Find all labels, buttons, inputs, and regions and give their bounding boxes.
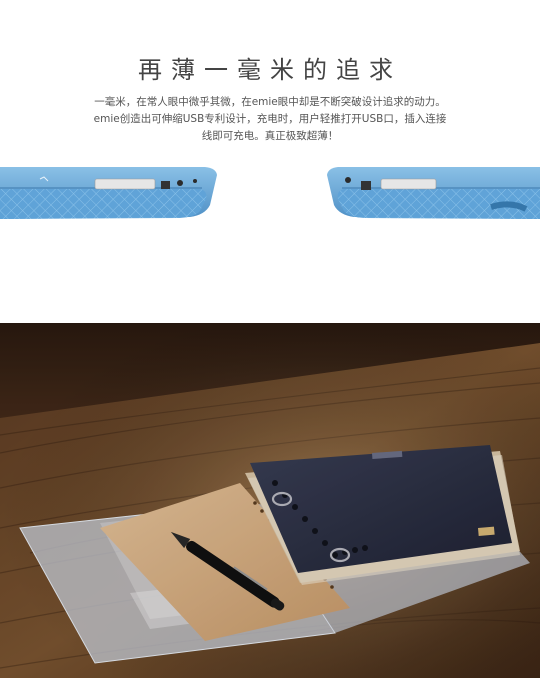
device-edge-left-image [0, 167, 217, 219]
page-title: 再薄一毫米的追求 [138, 56, 402, 84]
description-line-3: 线即可充电。真正极致超薄！ [201, 130, 339, 142]
product-photo [0, 323, 540, 678]
device-edge-right-image [327, 167, 540, 219]
description-line-1: 一毫米，在常人眼中微乎其微，在emie眼中却是不断突破设计追求的动力。 [94, 96, 446, 108]
description-line-2: emie创造出可伸缩USB专利设计，充电时，用户轻推打开USB口，插入连接 [93, 113, 447, 125]
description: 一毫米，在常人眼中微乎其微，在emie眼中却是不断突破设计追求的动力。 emie… [60, 94, 480, 145]
